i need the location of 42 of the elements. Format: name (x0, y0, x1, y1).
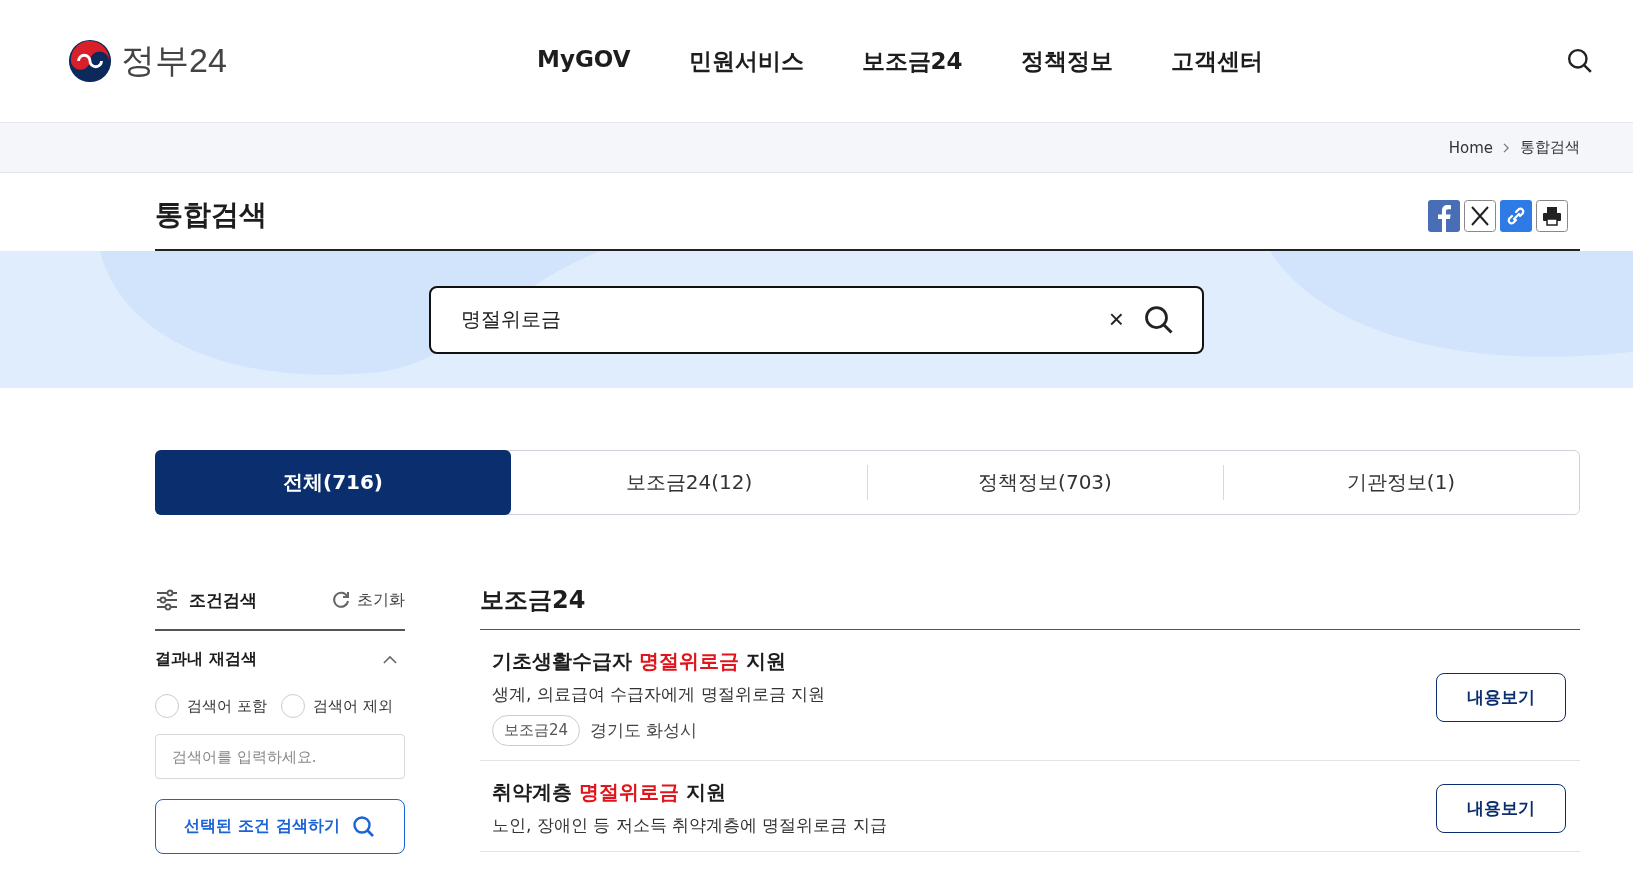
search-icon[interactable] (1144, 304, 1174, 335)
link-icon[interactable] (1500, 200, 1532, 232)
breadcrumb-link[interactable]: Home (1448, 138, 1493, 157)
nav-link[interactable]: 민원서비스 (688, 45, 804, 77)
filter-title: 조건검색 (189, 588, 257, 612)
input-field[interactable]: 검색어를 입력하세요. (155, 734, 405, 779)
clear-button[interactable]: × (1108, 304, 1124, 335)
radio-button[interactable] (280, 694, 305, 718)
x-logo-icon[interactable] (1464, 200, 1496, 232)
emblem-icon[interactable] (67, 38, 113, 84)
radio-label[interactable]: 검색어 제외 (312, 696, 393, 716)
chevron-icon[interactable] (383, 655, 397, 664)
filter-icon (155, 588, 179, 612)
radio-label[interactable]: 검색어 포함 (187, 696, 267, 716)
result-title[interactable]: 취약계층 명절위로금 지원 (492, 779, 887, 806)
section-heading: 보조금24 (480, 577, 1580, 630)
agency-name: 경기도 화성시 (590, 719, 698, 742)
page-title: 통합검색 (155, 197, 267, 233)
tab[interactable]: 전체(716) (155, 450, 511, 515)
section-title: 결과내 재검색 (155, 649, 257, 670)
print-icon[interactable] (1536, 200, 1568, 232)
search-icon[interactable] (1567, 48, 1593, 74)
result-title[interactable]: 기초생활수급자 명절위로금 지원 (492, 648, 826, 675)
facebook-icon[interactable] (1428, 200, 1460, 232)
search-button[interactable]: 선택된 조건 검색하기 (155, 799, 405, 854)
nav-link[interactable]: 고객센터 (1170, 45, 1263, 77)
breadcrumb-link[interactable]: 통합검색 (1520, 138, 1580, 157)
nav-link[interactable]: MyGOV (537, 45, 631, 77)
chevron-icon (1503, 142, 1510, 153)
tab[interactable]: 기관정보(1) (1223, 451, 1579, 514)
search-field[interactable]: 명절위로금 × (429, 285, 1204, 354)
logo-text[interactable]: 정부24 (121, 38, 227, 84)
refresh-icon (331, 590, 351, 610)
search-icon (351, 814, 376, 839)
nav-link[interactable]: 보조금24 (861, 45, 963, 77)
result-description: 생계, 의료급여 수급자에게 명절위로금 지원 (492, 683, 826, 706)
reset-button[interactable]: 초기화 (331, 589, 405, 611)
view-details-button[interactable]: 내용보기 (1436, 783, 1566, 833)
radio-button[interactable] (155, 694, 179, 718)
result-description: 노인, 장애인 등 저소득 취약계층에 명절위로금 지급 (492, 814, 887, 837)
view-details-button[interactable]: 내용보기 (1436, 672, 1566, 722)
nav-link[interactable]: 정책정보 (1020, 45, 1113, 77)
